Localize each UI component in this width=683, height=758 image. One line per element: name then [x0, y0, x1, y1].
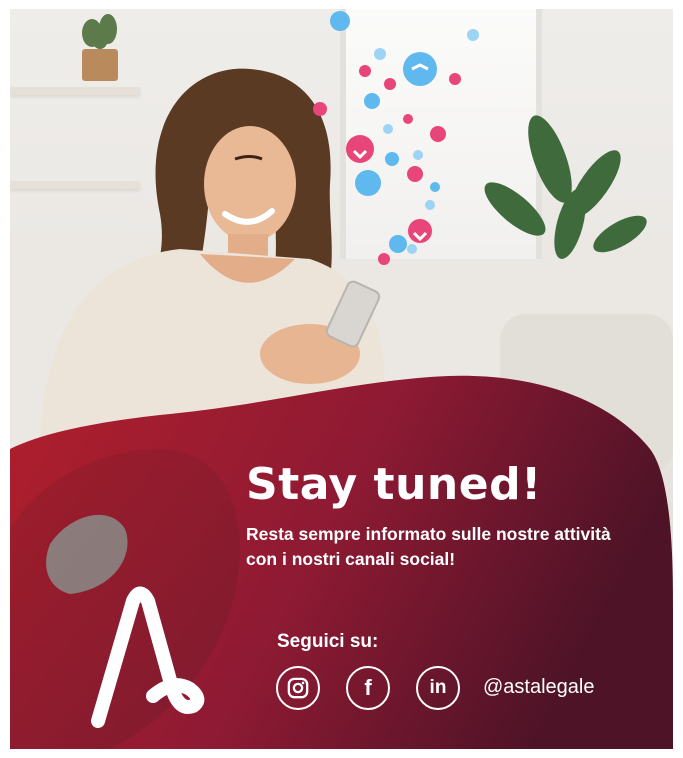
linkedin-button[interactable]: in	[416, 666, 460, 710]
facebook-button[interactable]: f	[346, 666, 390, 710]
instagram-icon	[287, 677, 309, 699]
facebook-icon: f	[364, 675, 372, 700]
linkedin-icon: in	[429, 677, 447, 698]
follow-label: Seguici su:	[277, 631, 379, 652]
astalegale-logo	[91, 586, 205, 728]
social-handle[interactable]: @astalegale	[483, 676, 594, 699]
instagram-button[interactable]	[276, 666, 320, 710]
headline: Stay tuned!	[246, 459, 542, 510]
subtitle: Resta sempre informato sulle nostre atti…	[246, 524, 611, 569]
social-banner: Stay tuned! Resta sempre informato sulle…	[10, 9, 673, 749]
